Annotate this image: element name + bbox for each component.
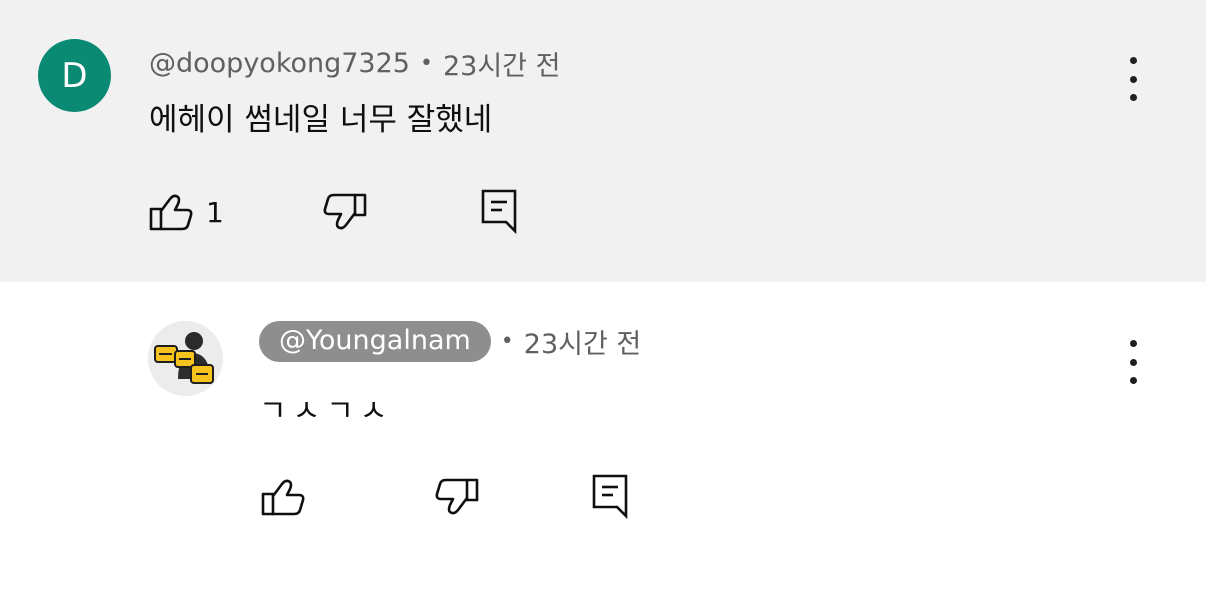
comment-meta: @doopyokong7325 • 23시간 전 — [149, 44, 560, 83]
more-vert-icon[interactable] — [1121, 57, 1145, 101]
thumbs-up-icon — [261, 479, 305, 516]
like-count: 1 — [206, 195, 224, 229]
like-button[interactable]: 1 — [148, 192, 224, 232]
reply-button[interactable] — [591, 473, 631, 519]
reply-button[interactable] — [480, 188, 520, 234]
like-button[interactable] — [260, 477, 306, 517]
comments-section: D @doopyokong7325 • 23시간 전 에헤이 썸네일 너무 잘했… — [0, 0, 1206, 590]
comment-time: 23시간 전 — [442, 51, 561, 82]
comment-author[interactable]: @doopyokong7325 — [149, 48, 410, 79]
comment-author-badge[interactable]: @Youngalnam — [259, 321, 491, 362]
channel-logo-icon — [148, 321, 223, 396]
dislike-button[interactable] — [322, 192, 368, 232]
thumbs-down-icon — [323, 193, 367, 230]
meta-separator: • — [500, 329, 514, 354]
thumbs-up-icon — [149, 194, 193, 231]
avatar[interactable]: D — [38, 39, 111, 112]
more-vert-icon[interactable] — [1121, 340, 1145, 384]
comment-highlighted: D @doopyokong7325 • 23시간 전 에헤이 썸네일 너무 잘했… — [0, 0, 1206, 282]
comment-reply-icon — [592, 474, 628, 519]
comment-meta: @Youngalnam • 23시간 전 — [259, 321, 641, 362]
comment-reply-icon — [481, 189, 517, 234]
thumbs-down-icon — [435, 478, 479, 515]
meta-separator: • — [419, 51, 433, 76]
comment-text: 에헤이 썸네일 너무 잘했네 — [149, 102, 493, 138]
avatar[interactable] — [148, 321, 223, 396]
comment-text: ㄱㅅㄱㅅ — [259, 394, 394, 420]
dislike-button[interactable] — [434, 477, 480, 517]
comment-time: 23시간 전 — [523, 329, 642, 360]
